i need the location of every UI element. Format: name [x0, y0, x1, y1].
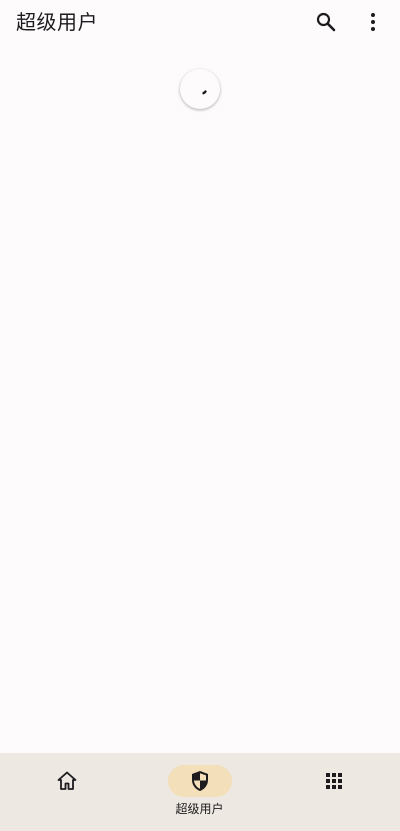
search-button[interactable] — [306, 2, 346, 42]
loading-spinner — [180, 69, 220, 109]
home-icon — [57, 771, 76, 790]
more-options-button[interactable] — [353, 2, 393, 42]
more-vert-icon — [371, 13, 375, 31]
nav-label-superuser: 超级用户 — [175, 802, 224, 816]
top-app-bar: 超级用户 — [0, 0, 400, 44]
grid-icon — [325, 773, 342, 789]
app-root: 超级用户 超级用户 — [0, 0, 400, 831]
progress-spinner-icon — [202, 90, 207, 95]
nav-indicator-home — [35, 765, 99, 797]
nav-item-home[interactable] — [0, 753, 133, 831]
nav-item-superuser[interactable]: 超级用户 — [133, 753, 266, 831]
nav-indicator-apps — [302, 765, 366, 797]
search-icon — [316, 12, 336, 32]
shield-icon — [191, 771, 208, 791]
nav-item-apps[interactable] — [267, 753, 400, 831]
nav-indicator-superuser — [167, 765, 232, 797]
page-title: 超级用户 — [16, 10, 98, 34]
bottom-navigation: 超级用户 — [0, 753, 400, 831]
